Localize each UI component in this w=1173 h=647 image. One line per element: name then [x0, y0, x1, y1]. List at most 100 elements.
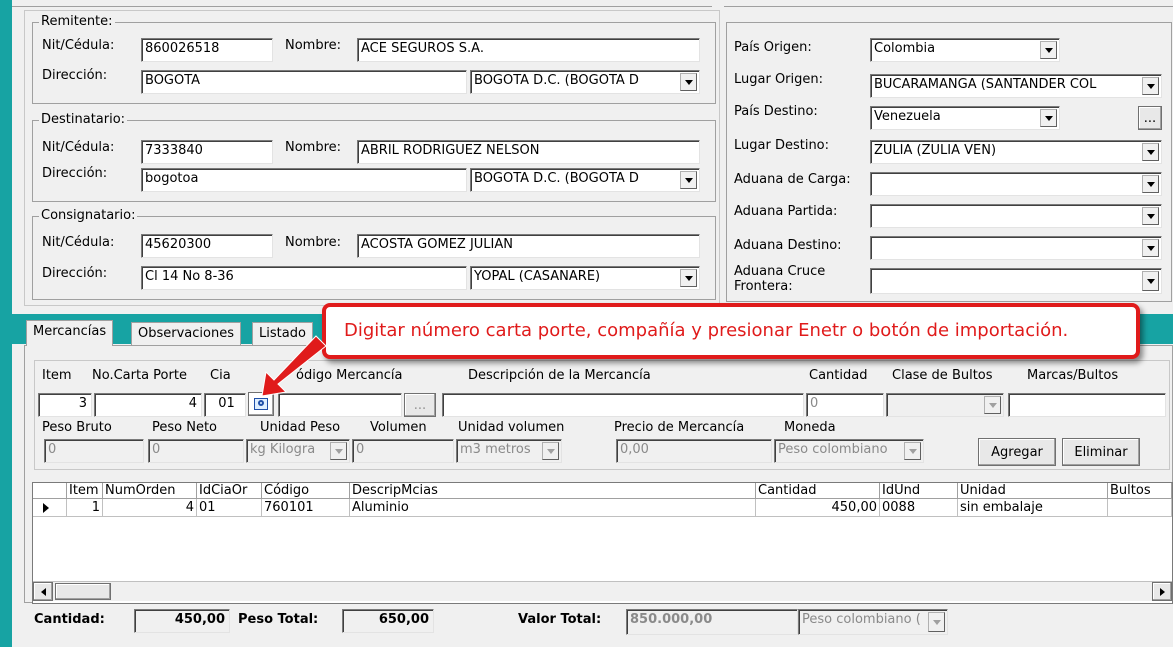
- aduana-carga-select[interactable]: [870, 172, 1162, 196]
- chevron-down-icon[interactable]: [1142, 175, 1159, 193]
- grid-header-codigo[interactable]: Código: [262, 483, 350, 499]
- row-selector[interactable]: [33, 499, 67, 517]
- destinatario-nombre-label: Nombre:: [285, 140, 342, 155]
- cell-numorden[interactable]: 4: [103, 499, 197, 517]
- consignatario-direccion-field[interactable]: Cl 14 No 8-36: [141, 266, 467, 290]
- grid-horizontal-scrollbar[interactable]: [33, 581, 1172, 601]
- remitente-direccion-field[interactable]: BOGOTA: [141, 70, 467, 94]
- cell-cantidad[interactable]: 450,00: [756, 499, 880, 517]
- grid-header-descripmcias[interactable]: DescripMcias: [350, 483, 756, 499]
- grid-header-bultos[interactable]: Bultos: [1108, 483, 1172, 499]
- cell-idcia[interactable]: 01: [197, 499, 262, 517]
- carta-porte-field[interactable]: 4: [94, 393, 202, 417]
- tab-mercancias[interactable]: Mercancías: [26, 320, 114, 346]
- chevron-down-icon[interactable]: [1040, 109, 1057, 127]
- cell-bultos[interactable]: [1108, 499, 1172, 517]
- eliminar-button[interactable]: Eliminar: [1062, 438, 1140, 466]
- remitente-nombre-field[interactable]: ACE SEGUROS S.A.: [357, 38, 700, 62]
- chevron-down-icon[interactable]: [1142, 239, 1159, 257]
- aduana-destino-label: Aduana Destino:: [734, 238, 842, 253]
- grid-header-unidad[interactable]: Unidad: [958, 483, 1108, 499]
- grid-header-idund[interactable]: IdUnd: [880, 483, 958, 499]
- top-divider: [12, 6, 712, 7]
- volumen-field[interactable]: 0: [352, 439, 454, 463]
- cell-descrip[interactable]: Aluminio: [350, 499, 756, 517]
- peso-total-field: 650,00: [342, 609, 434, 633]
- aduana-partida-select[interactable]: [870, 204, 1162, 228]
- aduana-cruce-select[interactable]: [870, 268, 1162, 294]
- chevron-down-icon[interactable]: [542, 442, 559, 460]
- lugar-destino-select[interactable]: ZULIA (ZULIA VEN): [870, 140, 1162, 164]
- total-cantidad-label: Cantidad:: [34, 612, 105, 627]
- peso-total-label: Peso Total:: [238, 612, 319, 627]
- scroll-thumb[interactable]: [55, 583, 111, 600]
- consignatario-direccion-label: Dirección:: [42, 266, 108, 281]
- unidad-peso-select[interactable]: kg Kilogra: [246, 439, 350, 463]
- aduana-destino-select[interactable]: [870, 236, 1162, 260]
- aduana-carga-label: Aduana de Carga:: [734, 172, 851, 187]
- tab-observaciones[interactable]: Observaciones: [131, 322, 241, 346]
- destinatario-nombre-field[interactable]: ABRIL RODRIGUEZ NELSON: [357, 140, 700, 164]
- peso-neto-field[interactable]: 0: [148, 439, 244, 463]
- destinatario-nit-field[interactable]: 7333840: [141, 140, 273, 164]
- descripcion-label: Descripción de la Mercancía: [468, 368, 651, 383]
- pais-destino-select[interactable]: Venezuela: [870, 106, 1060, 130]
- mercancias-grid[interactable]: Item NumOrden IdCiaOr Código DescripMcia…: [32, 482, 1173, 604]
- cantidad-label: Cantidad: [809, 368, 868, 383]
- grid-header-item[interactable]: Item: [67, 483, 103, 499]
- window-edge-strip: [0, 0, 12, 647]
- item-field[interactable]: 3: [38, 393, 92, 417]
- lugar-destino-value: ZULIA (ZULIA VEN): [874, 143, 997, 158]
- cell-item[interactable]: 1: [67, 499, 103, 517]
- grid-header-numorden[interactable]: NumOrden: [103, 483, 197, 499]
- destinatario-ciudad-select[interactable]: BOGOTA D.C. (BOGOTA D: [470, 168, 700, 192]
- consignatario-ciudad-select[interactable]: YOPAL (CASANARE): [470, 266, 700, 290]
- chevron-down-icon[interactable]: [330, 442, 347, 460]
- unidad-volumen-value: m3 metros: [460, 442, 531, 457]
- chevron-down-icon[interactable]: [1142, 77, 1159, 95]
- unidad-peso-value: kg Kilogra: [250, 442, 316, 457]
- unidad-volumen-select[interactable]: m3 metros: [456, 439, 562, 463]
- clase-bultos-select[interactable]: [886, 393, 1004, 417]
- cell-codigo[interactable]: 760101: [262, 499, 350, 517]
- grid-header-cantidad[interactable]: Cantidad: [756, 483, 880, 499]
- pais-destino-browse-button[interactable]: ...: [1138, 106, 1162, 130]
- precio-mercancia-field[interactable]: 0,00: [616, 439, 772, 463]
- cell-unidad[interactable]: sin embalaje: [958, 499, 1108, 517]
- chevron-down-icon[interactable]: [1142, 271, 1159, 291]
- top-divider-right: [724, 6, 1173, 7]
- scroll-left-button[interactable]: [33, 582, 53, 601]
- peso-bruto-field[interactable]: 0: [44, 439, 144, 463]
- scroll-right-button[interactable]: [1152, 582, 1172, 601]
- pais-origen-select[interactable]: Colombia: [870, 38, 1060, 62]
- remitente-ciudad-select[interactable]: BOGOTA D.C. (BOGOTA D: [470, 70, 700, 94]
- consignatario-nit-field[interactable]: 45620300: [141, 234, 273, 258]
- chevron-down-icon[interactable]: [928, 612, 945, 632]
- chevron-down-icon[interactable]: [680, 269, 697, 287]
- cia-field[interactable]: 01: [204, 393, 246, 417]
- agregar-button[interactable]: Agregar: [978, 438, 1056, 466]
- lugar-origen-select[interactable]: BUCARAMANGA (SANTANDER COL: [870, 74, 1162, 98]
- chevron-down-icon[interactable]: [680, 73, 697, 91]
- chevron-down-icon[interactable]: [984, 396, 1001, 414]
- moneda-select[interactable]: Peso colombiano: [774, 439, 924, 463]
- cell-idund[interactable]: 0088: [880, 499, 958, 517]
- chevron-down-icon[interactable]: [1142, 207, 1159, 225]
- codigo-browse-button[interactable]: ...: [404, 393, 436, 417]
- total-moneda-select[interactable]: Peso colombiano (: [798, 609, 948, 635]
- chevron-down-icon[interactable]: [1142, 143, 1159, 161]
- chevron-down-icon[interactable]: [904, 442, 921, 460]
- remitente-nit-field[interactable]: 860026518: [141, 38, 273, 62]
- destinatario-direccion-field[interactable]: bogotoa: [141, 168, 467, 192]
- valor-total-label: Valor Total:: [518, 612, 602, 627]
- consignatario-ciudad-value: YOPAL (CASANARE): [474, 269, 601, 284]
- grid-header-idciaor[interactable]: IdCiaOr: [197, 483, 262, 499]
- carta-porte-label: No.Carta Porte: [92, 368, 187, 383]
- marcas-bultos-field[interactable]: [1008, 393, 1166, 417]
- chevron-down-icon[interactable]: [680, 171, 697, 189]
- descripcion-field[interactable]: [442, 393, 804, 417]
- chevron-down-icon[interactable]: [1040, 41, 1057, 59]
- consignatario-nombre-field[interactable]: ACOSTA GOMEZ JULIAN: [357, 234, 700, 258]
- valor-total-field: 850.000,00: [626, 609, 798, 635]
- cantidad-field[interactable]: 0: [806, 393, 884, 417]
